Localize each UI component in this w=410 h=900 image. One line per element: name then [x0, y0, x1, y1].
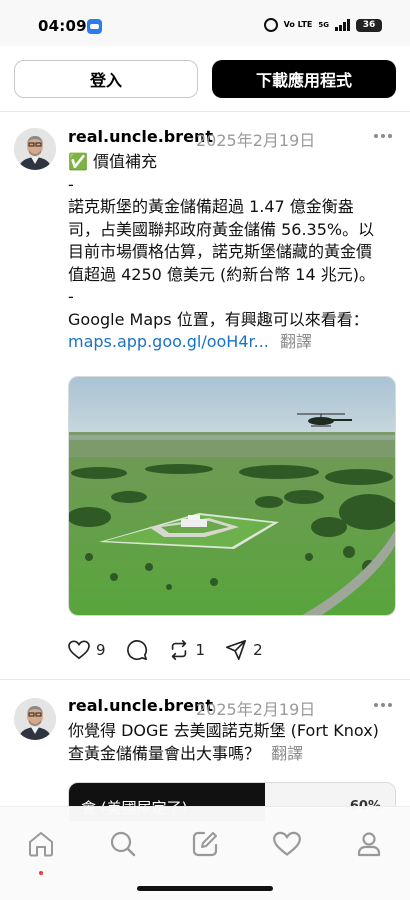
post-username[interactable]: real.uncle.brent — [68, 696, 213, 715]
comment-icon — [126, 640, 147, 661]
share-count: 2 — [253, 641, 263, 659]
volte-indicator: Vo LTE — [283, 20, 313, 29]
network-type: 5G — [318, 21, 329, 29]
signal-icon — [335, 19, 350, 31]
battery-icon: 36 — [356, 18, 382, 32]
repost-icon — [171, 640, 186, 660]
share-button[interactable]: 2 — [225, 639, 263, 661]
login-button[interactable]: 登入 — [14, 60, 198, 98]
app-notification-icon — [87, 19, 102, 34]
nav-compose[interactable] — [190, 829, 220, 859]
reply-button[interactable] — [126, 639, 148, 661]
repost-count: 1 — [195, 641, 206, 659]
home-indicator[interactable] — [137, 886, 273, 891]
post-text-line: ✅ 價值補充 — [68, 152, 158, 171]
post-image[interactable] — [68, 376, 396, 616]
heart-icon — [273, 831, 301, 856]
status-bar: 04:09 Vo LTE 5G 36 — [0, 0, 410, 46]
post-divider — [0, 679, 410, 680]
more-options-icon[interactable] — [374, 134, 392, 140]
post-text: ✅ 價值補充 - 諾克斯堡的黃金儲備超過 1.47 億金衡盎 司，占美國聯邦政府… — [68, 151, 398, 354]
post-actions: 9 1 2 — [68, 638, 283, 662]
post-text-line: - — [68, 174, 74, 194]
post-text-line: 司，占美國聯邦政府黃金儲備 56.35%。以 — [68, 219, 375, 239]
heart-icon — [68, 640, 90, 660]
download-app-button[interactable]: 下載應用程式 — [212, 60, 396, 98]
post-text: 你覺得 DOGE 去美國諾克斯堡 (Fort Knox) 查黃金儲備量會出大事嗎… — [68, 720, 398, 765]
post-text-line: 查黃金儲備量會出大事嗎？ — [68, 743, 261, 763]
post-text-line: 你覺得 DOGE 去美國諾克斯堡 (Fort Knox) — [68, 721, 379, 740]
profile-icon — [357, 832, 381, 857]
avatar[interactable] — [14, 128, 56, 170]
post-date: 2025年2月19日 — [196, 131, 316, 150]
alarm-icon — [263, 18, 278, 32]
post-date: 2025年2月19日 — [196, 700, 316, 719]
status-time: 04:09 — [38, 17, 87, 35]
translate-link[interactable]: 翻譯 — [271, 744, 303, 763]
notification-dot — [39, 871, 43, 875]
more-options-icon[interactable] — [374, 703, 392, 709]
share-icon — [226, 640, 247, 660]
top-action-bar: 登入 下載應用程式 — [0, 46, 410, 112]
post-text-line: - — [68, 287, 74, 306]
like-button[interactable]: 9 — [68, 640, 106, 660]
post-text-line: 目前市場價格估算，諾克斯堡儲藏的黃金價 — [68, 242, 373, 261]
maps-link[interactable]: maps.app.goo.gl/ooH4r... — [68, 332, 269, 351]
nav-activity[interactable] — [272, 829, 302, 859]
search-icon — [110, 831, 136, 857]
post-text-line: 值超過 4250 億美元 (約新台幣 14 兆元)。 — [68, 264, 375, 284]
compose-icon — [192, 831, 218, 857]
nav-search[interactable] — [108, 829, 138, 859]
post-username[interactable]: real.uncle.brent — [68, 127, 213, 146]
like-count: 9 — [96, 641, 106, 659]
home-icon — [29, 832, 53, 857]
post-text-line: 諾克斯堡的黃金儲備超過 1.47 億金衡盎 — [68, 197, 354, 216]
translate-link[interactable]: 翻譯 — [280, 332, 312, 351]
nav-profile[interactable] — [354, 829, 384, 859]
status-icons: Vo LTE 5G 36 — [263, 17, 382, 33]
post-text-line: Google Maps 位置，有興趣可以來看看： — [68, 309, 369, 329]
repost-button[interactable]: 1 — [168, 639, 206, 661]
avatar[interactable] — [14, 698, 56, 740]
nav-home[interactable] — [26, 829, 56, 859]
